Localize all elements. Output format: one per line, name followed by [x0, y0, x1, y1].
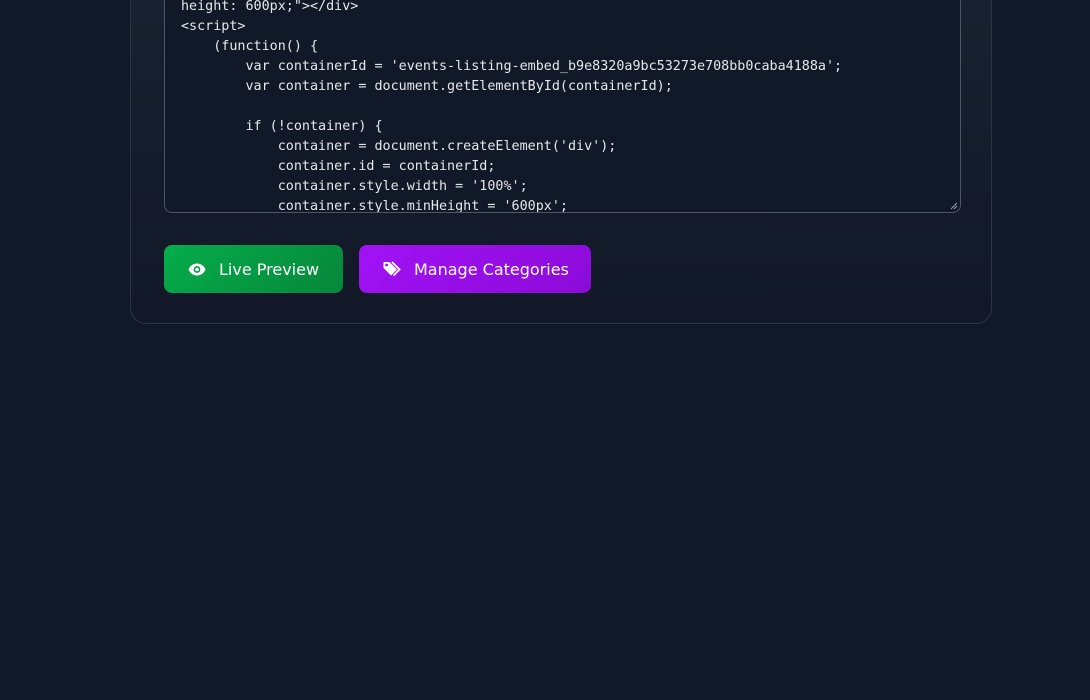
- eye-icon: [187, 259, 207, 279]
- live-preview-button[interactable]: Live Preview: [164, 245, 343, 293]
- code-line: container.style.width = '100%';: [181, 179, 528, 194]
- code-line: container.style.minHeight = '600px';: [181, 199, 568, 213]
- manage-categories-label: Manage Categories: [414, 259, 569, 279]
- code-line: container = document.createElement('div'…: [181, 139, 617, 154]
- code-line: height: 600px;"></div>: [181, 0, 359, 14]
- resize-handle-icon[interactable]: [950, 202, 958, 210]
- manage-categories-button[interactable]: Manage Categories: [359, 245, 591, 293]
- code-line: var container = document.getElementById(…: [181, 79, 673, 94]
- code-line: if (!container) {: [181, 119, 383, 134]
- tags-icon: [382, 259, 402, 279]
- code-line: <script>: [181, 19, 246, 34]
- embed-code-card: height: 600px;"></div> <script> (function…: [130, 0, 992, 324]
- code-line: var containerId = 'events-listing-embed_…: [181, 59, 843, 74]
- embed-code-content: height: 600px;"></div> <script> (function…: [181, 0, 843, 213]
- embed-code-textarea[interactable]: height: 600px;"></div> <script> (function…: [164, 0, 961, 213]
- code-line: (function() {: [181, 39, 319, 54]
- code-line: container.id = containerId;: [181, 159, 496, 174]
- live-preview-label: Live Preview: [219, 259, 320, 279]
